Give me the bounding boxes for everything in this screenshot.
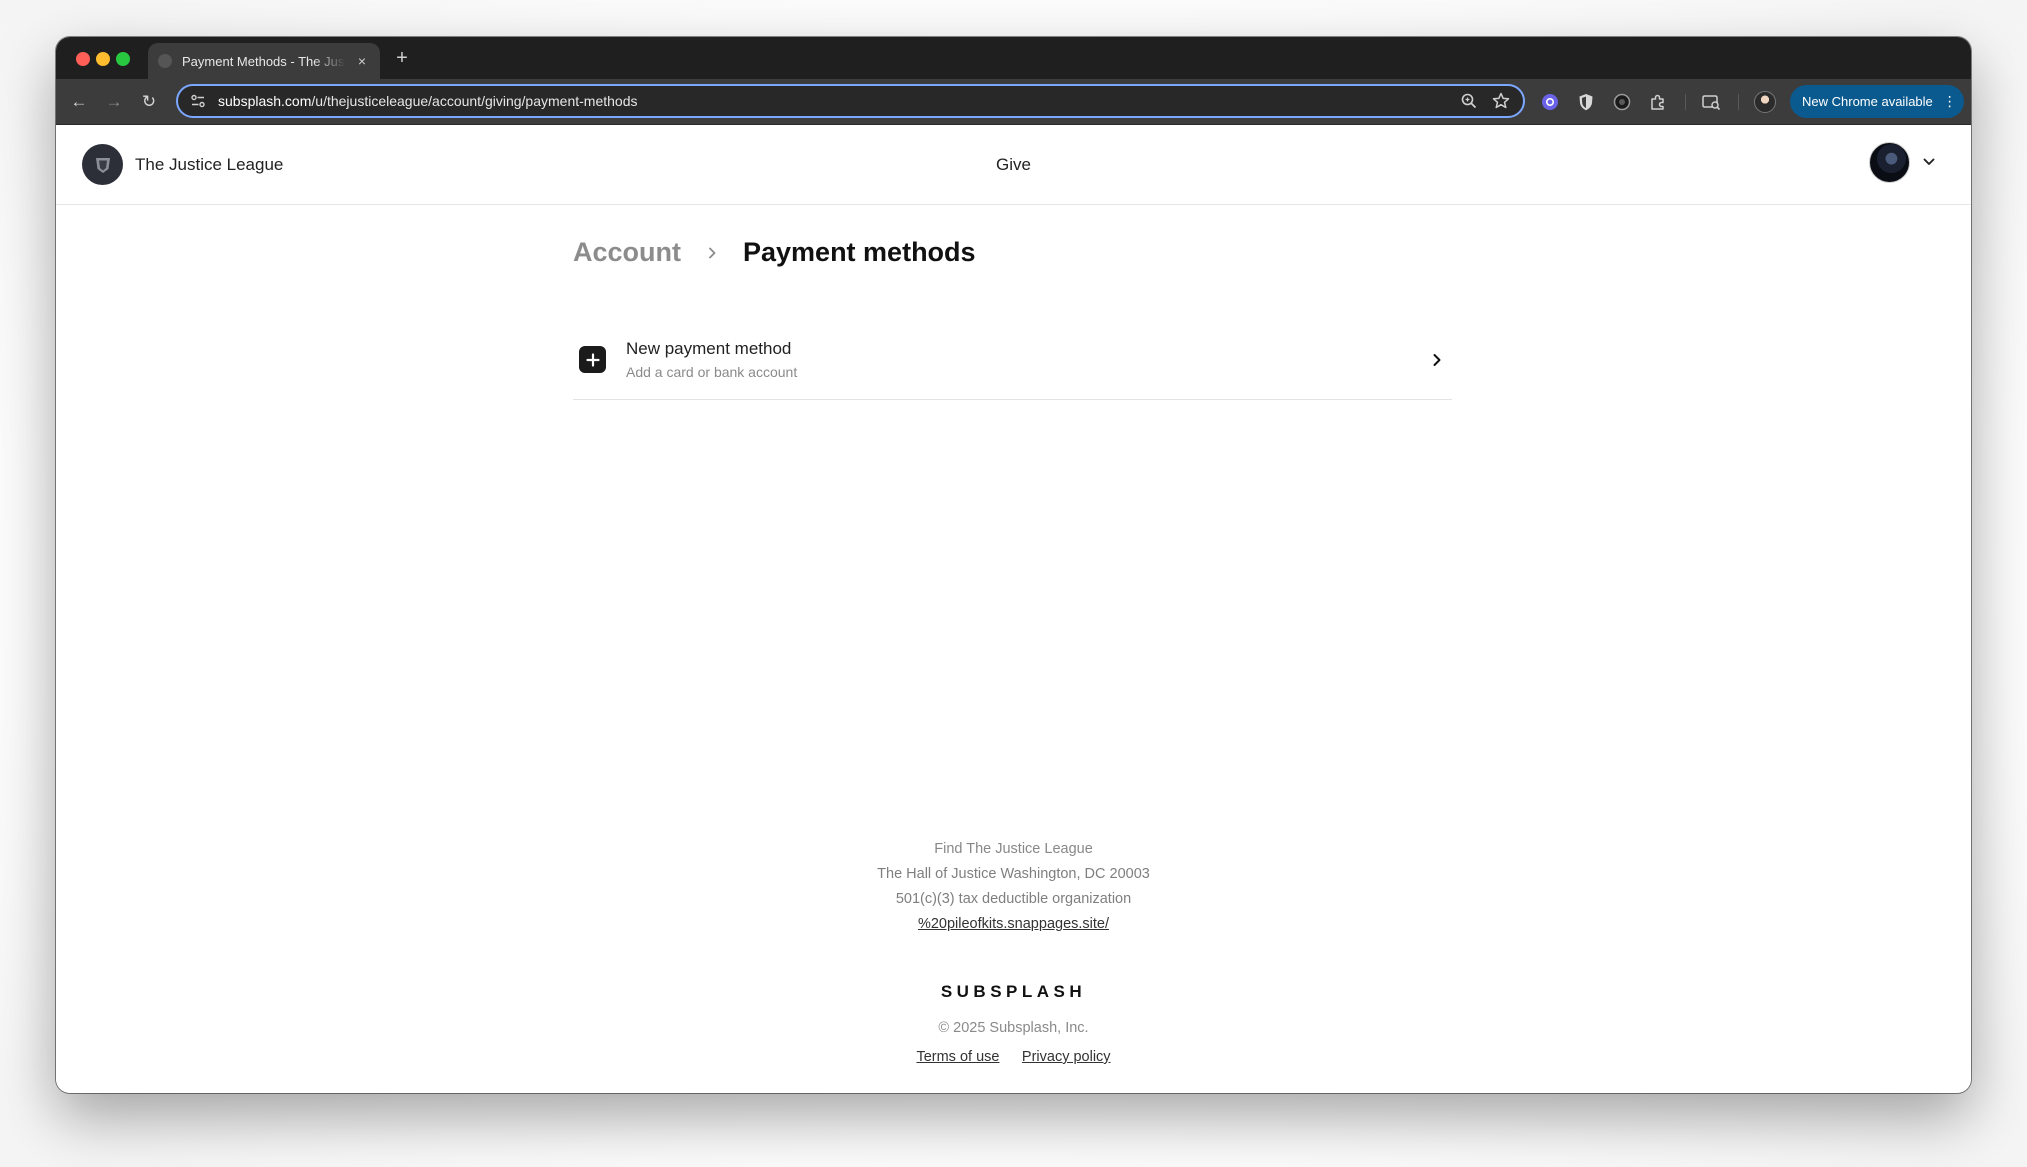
tab-favicon-icon <box>158 54 172 68</box>
shield-logo-icon <box>95 157 110 173</box>
bookmark-star-icon[interactable] <box>1491 91 1511 111</box>
new-payment-method-subtitle: Add a card or bank account <box>626 364 798 380</box>
toolbar-divider <box>1738 94 1739 110</box>
url-host: subsplash.com <box>218 93 312 109</box>
tab-search-icon[interactable] <box>1700 91 1722 113</box>
reload-button[interactable]: ↻ <box>138 91 160 113</box>
plus-icon <box>579 346 606 373</box>
footer-tax-status: 501(c)(3) tax deductible organization <box>895 891 1132 907</box>
org-name[interactable]: The Justice League <box>135 155 283 175</box>
chrome-update-button[interactable]: New Chrome available ⋮ <box>1790 85 1964 118</box>
footer-copyright: © 2025 Subsplash, Inc. <box>938 1020 1089 1036</box>
footer-website-link[interactable]: %20pileofkits.snappages.site/ <box>918 912 1109 937</box>
chevron-right-icon <box>709 247 716 258</box>
site-footer: Find The Justice League The Hall of Just… <box>56 837 1971 1066</box>
page-title: Payment methods <box>743 237 976 267</box>
nav-give-link[interactable]: Give <box>996 155 1031 175</box>
record-extension-icon[interactable] <box>1611 91 1633 113</box>
footer-legal-links: Terms of use Privacy policy <box>56 1048 1971 1066</box>
tab-payment-methods[interactable]: Payment Methods - The Justice League × <box>148 43 380 79</box>
back-button[interactable]: ← <box>68 91 90 113</box>
minimize-window-button[interactable] <box>96 52 110 66</box>
maximize-window-button[interactable] <box>116 52 130 66</box>
extensions-puzzle-icon[interactable] <box>1647 91 1669 113</box>
browser-toolbar: ← → ↻ subsplash.com/u/thejusticeleague/a… <box>56 79 1971 125</box>
user-avatar[interactable] <box>1869 142 1910 183</box>
more-menu-icon[interactable]: ⋮ <box>1943 93 1957 110</box>
privacy-policy-link[interactable]: Privacy policy <box>1022 1049 1111 1065</box>
tab-title: Payment Methods - The Justice League <box>182 53 346 69</box>
chevron-down-icon[interactable] <box>1922 155 1936 169</box>
toolbar-divider <box>1685 94 1686 110</box>
site-settings-icon[interactable] <box>190 93 206 109</box>
breadcrumb: Account Payment methods <box>573 237 976 268</box>
new-payment-method-row[interactable]: New payment method Add a card or bank ac… <box>573 320 1452 400</box>
breadcrumb-account-link[interactable]: Account <box>573 237 681 268</box>
zoom-icon[interactable] <box>1459 91 1479 111</box>
desktop-background: Payment Methods - The Justice League × +… <box>0 0 2027 1167</box>
url-text[interactable]: subsplash.com/u/thejusticeleague/account… <box>218 93 1447 109</box>
site-header: The Justice League Give <box>56 125 1971 205</box>
footer-find: Find The Justice League <box>934 841 1093 857</box>
extension-gear-icon[interactable] <box>1539 91 1561 113</box>
profile-avatar-icon[interactable] <box>1754 91 1776 113</box>
forward-button[interactable]: → <box>103 91 125 113</box>
update-label: New Chrome available <box>1802 94 1933 109</box>
subsplash-logo[interactable]: SUBSPLASH <box>56 980 1971 1004</box>
url-path: /u/thejusticeleague/account/giving/payme… <box>311 93 638 109</box>
new-payment-method-text: New payment method Add a card or bank ac… <box>626 339 797 380</box>
footer-address: The Hall of Justice Washington, DC 20003 <box>877 866 1150 882</box>
browser-window: Payment Methods - The Justice League × +… <box>56 37 1971 1093</box>
org-logo[interactable] <box>82 144 123 185</box>
chevron-right-icon <box>1433 354 1441 366</box>
new-tab-button[interactable]: + <box>390 47 414 70</box>
tab-strip: Payment Methods - The Justice League × + <box>56 37 1971 79</box>
page-content: The Justice League Give Account Payment … <box>56 125 1971 1093</box>
shield-extension-icon[interactable] <box>1575 91 1597 113</box>
address-bar[interactable]: subsplash.com/u/thejusticeleague/account… <box>176 84 1525 118</box>
terms-of-use-link[interactable]: Terms of use <box>916 1049 999 1065</box>
new-payment-method-title: New payment method <box>626 339 792 358</box>
tab-close-icon[interactable]: × <box>354 53 370 69</box>
close-window-button[interactable] <box>76 52 90 66</box>
